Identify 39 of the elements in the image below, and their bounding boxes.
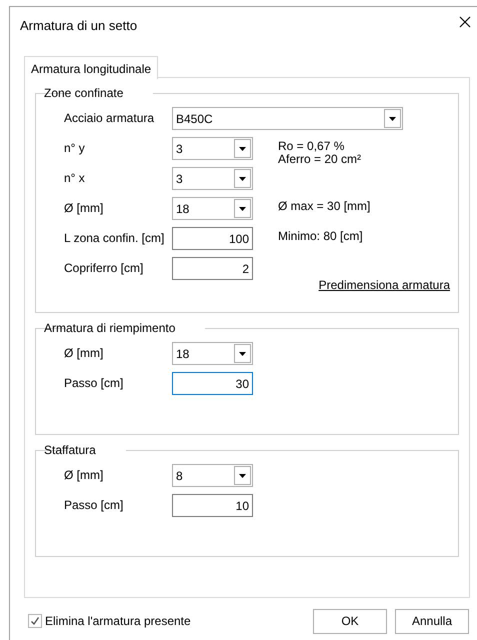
field-label: n° y: [64, 140, 86, 157]
info-text: Ø max = 30 [mm]: [278, 198, 370, 213]
field-label: Passo [cm]: [64, 375, 124, 392]
field-label: Copriferro [cm]: [64, 260, 144, 277]
group-title: Staffatura: [43, 443, 97, 457]
dropdown[interactable]: 18: [172, 197, 253, 220]
checkbox[interactable]: Elimina l'armatura presente: [28, 612, 191, 630]
input-field[interactable]: 2: [172, 257, 253, 280]
field-label: Ø [mm]: [64, 200, 104, 217]
field-label: Ø [mm]: [64, 345, 104, 362]
dropdown[interactable]: 18: [172, 342, 253, 365]
input-field[interactable]: 100: [172, 227, 253, 250]
group-title: Armatura di riempimento: [43, 321, 176, 335]
check-icon: [30, 616, 40, 626]
field-label: L zona confin. [cm]: [64, 230, 166, 247]
dialog-button[interactable]: OK: [313, 608, 387, 634]
link[interactable]: Predimensiona armatura: [318, 278, 450, 292]
field-label: Acciaio armatura: [64, 110, 156, 127]
dropdown[interactable]: 3: [172, 167, 253, 190]
dropdown[interactable]: B450C: [172, 107, 403, 130]
tab[interactable]: Armatura longitudinale: [24, 56, 158, 79]
field-label: Ø [mm]: [64, 467, 104, 484]
input-field[interactable]: 10: [172, 494, 253, 517]
window-title: Armatura di un setto: [20, 17, 138, 35]
caret-icon[interactable]: [384, 109, 401, 128]
info-text: Minimo: 80 [cm]: [278, 228, 363, 243]
caret-icon[interactable]: [234, 139, 251, 158]
input-field[interactable]: 30: [172, 372, 253, 395]
caret-icon[interactable]: [234, 169, 251, 188]
caret-icon[interactable]: [234, 466, 251, 485]
dialog-button[interactable]: Annulla: [395, 608, 469, 634]
info-text: Ro = 0,67 % Aferro = 20 cm²: [278, 138, 362, 166]
dropdown[interactable]: 3: [172, 137, 253, 160]
field-label: n° x: [64, 170, 86, 187]
dropdown[interactable]: 8: [172, 464, 253, 487]
caret-icon[interactable]: [234, 199, 251, 218]
field-label: Passo [cm]: [64, 497, 124, 514]
caret-icon[interactable]: [234, 344, 251, 363]
group-title: Zone confinate: [43, 86, 124, 100]
